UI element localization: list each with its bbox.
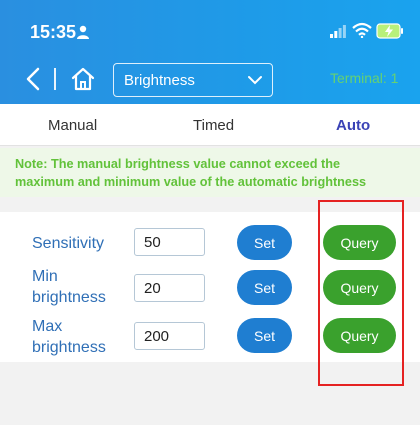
user-icon [77, 25, 89, 39]
nav-bar: Brightness Terminal: 1 [0, 58, 420, 104]
sensitivity-set-button[interactable]: Set [237, 225, 292, 260]
note-line-2: maximum and minimum value of the automat… [15, 175, 367, 189]
sensitivity-input[interactable]: 50 [134, 228, 205, 256]
tab-manual[interactable]: Manual [48, 117, 97, 134]
min-brightness-input[interactable]: 20 [134, 274, 205, 302]
back-arrow-icon[interactable] [24, 66, 42, 92]
sensitivity-label: Sensitivity [32, 235, 105, 252]
chevron-down-icon [248, 76, 262, 85]
nav-divider [54, 68, 56, 90]
battery-charging-icon [376, 23, 403, 39]
note-line-1: Note: The manual brightness value cannot… [15, 157, 341, 171]
terminal-label: Terminal: 1 [330, 70, 399, 86]
mode-select-value: Brightness [124, 71, 195, 89]
status-time: 15:35 [30, 22, 77, 42]
mode-tabs: Manual Timed Auto [0, 104, 420, 146]
home-icon[interactable] [70, 66, 96, 92]
auto-settings-panel: Sensitivity 50 Set Query Min brightness … [0, 212, 420, 362]
mode-select[interactable]: Brightness [113, 63, 273, 97]
app-header: 15:35 Brightness Terminal: 1 [0, 0, 420, 104]
tab-timed[interactable]: Timed [193, 117, 234, 134]
min-brightness-label: Min brightness [32, 268, 106, 306]
wifi-icon [352, 22, 372, 38]
signal-icon [330, 25, 346, 38]
min-brightness-set-button[interactable]: Set [237, 270, 292, 305]
brightness-note: Note: The manual brightness value cannot… [0, 148, 420, 197]
min-brightness-query-button[interactable]: Query [323, 270, 396, 305]
max-brightness-set-button[interactable]: Set [237, 318, 292, 353]
status-bar: 15:35 [0, 0, 420, 58]
sensitivity-query-button[interactable]: Query [323, 225, 396, 260]
max-brightness-label: Max brightness [32, 318, 106, 356]
tab-auto[interactable]: Auto [336, 117, 370, 134]
max-brightness-query-button[interactable]: Query [323, 318, 396, 353]
max-brightness-input[interactable]: 200 [134, 322, 205, 350]
